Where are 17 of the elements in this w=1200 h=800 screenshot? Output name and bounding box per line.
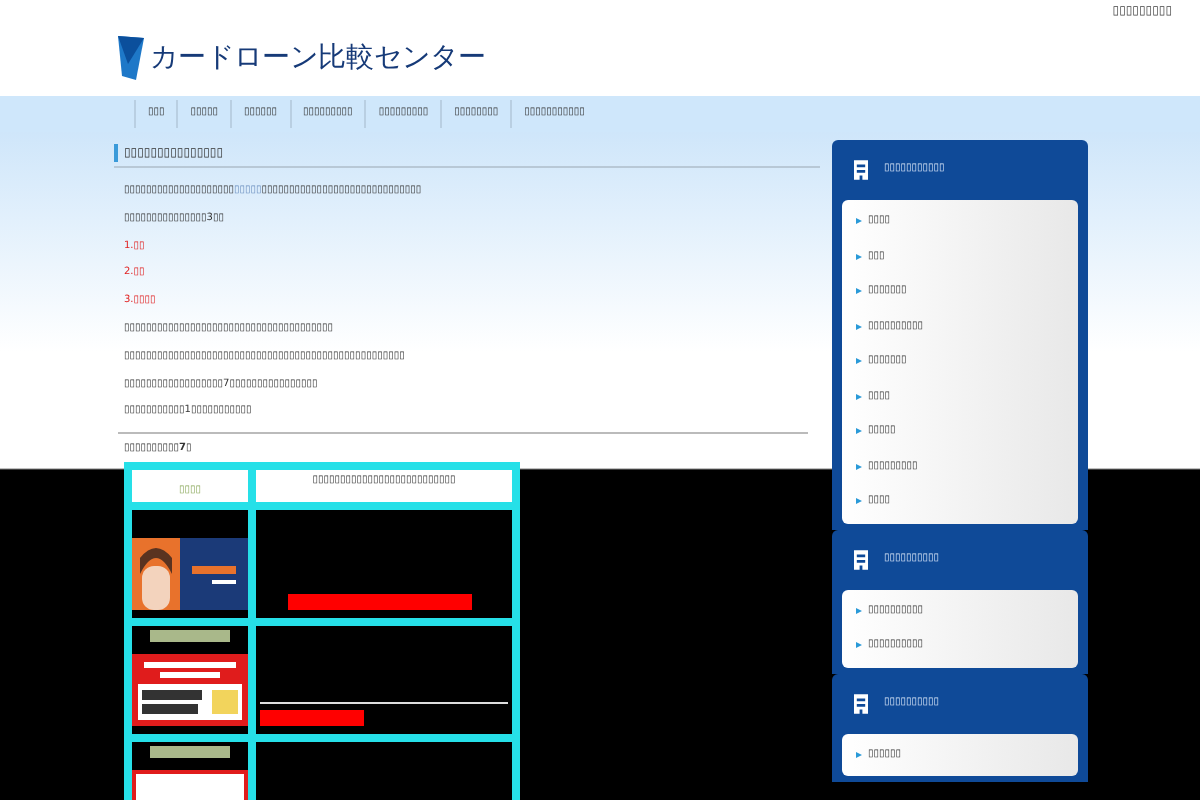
arrow-icon xyxy=(856,498,862,505)
site-logo[interactable]: カードローン比較センター xyxy=(150,44,486,72)
arrow-icon xyxy=(856,218,862,225)
arrow-icon xyxy=(856,428,862,435)
arrow-icon xyxy=(856,323,862,330)
building-icon xyxy=(854,549,868,569)
arrow-icon xyxy=(856,253,862,260)
arrow-icon xyxy=(856,751,862,758)
arrow-icon xyxy=(856,607,862,614)
arrow-icon xyxy=(856,288,862,295)
arrow-icon xyxy=(856,393,862,400)
building-icon xyxy=(854,693,868,713)
building-icon xyxy=(854,160,868,180)
arrow-icon xyxy=(856,463,862,470)
arrow-icon xyxy=(856,642,862,649)
logo-icon xyxy=(116,36,144,80)
arrow-icon xyxy=(856,358,862,365)
